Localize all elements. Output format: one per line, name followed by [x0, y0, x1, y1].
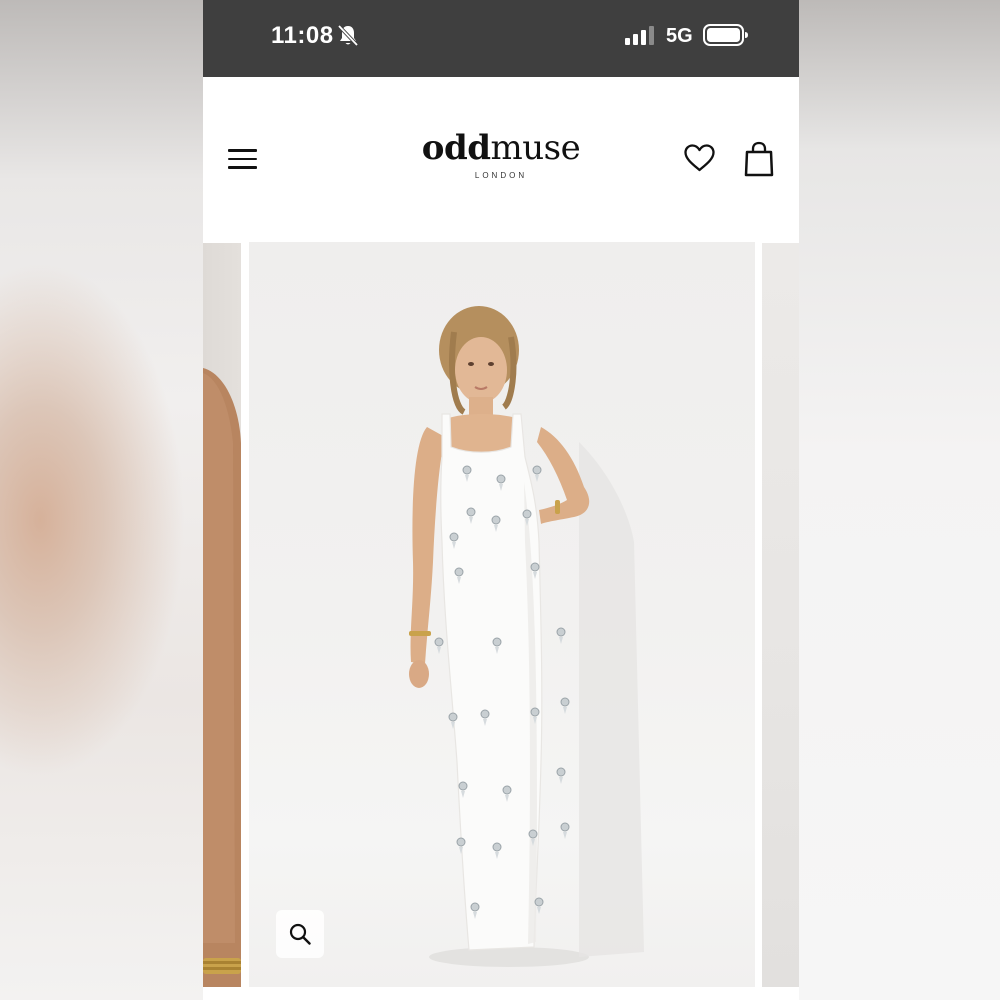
crystal-embellishment [434, 637, 444, 654]
crystal-embellishment [528, 829, 538, 846]
crystal-embellishment [532, 465, 542, 482]
logo-subtitle: LONDON [474, 171, 528, 180]
phone-screen: 11:08 5G oddmuse LONDON [203, 0, 799, 1000]
status-time: 11:08 [271, 22, 334, 49]
magnifier-icon [289, 923, 311, 945]
brand-logo[interactable]: oddmuse LONDON [419, 129, 583, 180]
network-label: 5G [666, 25, 693, 47]
crystal-embellishment [560, 822, 570, 839]
previous-image-preview[interactable] [203, 243, 241, 987]
status-bar: 11:08 5G [203, 0, 799, 77]
gallery-bottom-edge [203, 987, 799, 1000]
crystal-embellishment [462, 465, 472, 482]
crystal-embellishment [458, 781, 468, 798]
dress-embellishments [434, 465, 570, 919]
crystal-embellishment [466, 507, 476, 524]
blurred-backdrop-left [0, 0, 203, 1000]
crystal-embellishment [454, 567, 464, 584]
product-image-carousel[interactable] [203, 242, 799, 1000]
bell-slash-icon [337, 24, 359, 47]
zoom-button[interactable] [276, 910, 324, 958]
crystal-embellishment [449, 532, 459, 549]
signal-icon [625, 26, 654, 45]
crystal-embellishment [556, 627, 566, 644]
heart-icon[interactable] [683, 143, 716, 173]
previous-image-figure [203, 368, 241, 987]
crystal-embellishment [448, 712, 458, 729]
battery-icon [703, 24, 748, 46]
crystal-embellishment [470, 902, 480, 919]
crystal-embellishment [456, 837, 466, 854]
crystal-embellishment [491, 515, 501, 532]
crystal-embellishment [496, 474, 506, 491]
crystal-embellishment [480, 709, 490, 726]
crystal-embellishment [556, 767, 566, 784]
logo-wordmark: oddmuse [421, 128, 581, 168]
blurred-backdrop-right [799, 0, 1000, 1000]
crystal-embellishment [560, 697, 570, 714]
crystal-embellishment [502, 785, 512, 802]
crystal-embellishment [530, 562, 540, 579]
crystal-embellishment [492, 637, 502, 654]
product-image[interactable] [249, 242, 755, 987]
crystal-embellishment [522, 509, 532, 526]
crystal-embellishment [530, 707, 540, 724]
crystal-embellishment [534, 897, 544, 914]
menu-icon[interactable] [228, 149, 257, 171]
crystal-embellishment [492, 842, 502, 859]
site-header: oddmuse LONDON [203, 77, 799, 242]
next-image-preview[interactable] [762, 243, 799, 987]
shopping-bag-icon[interactable] [744, 141, 774, 177]
